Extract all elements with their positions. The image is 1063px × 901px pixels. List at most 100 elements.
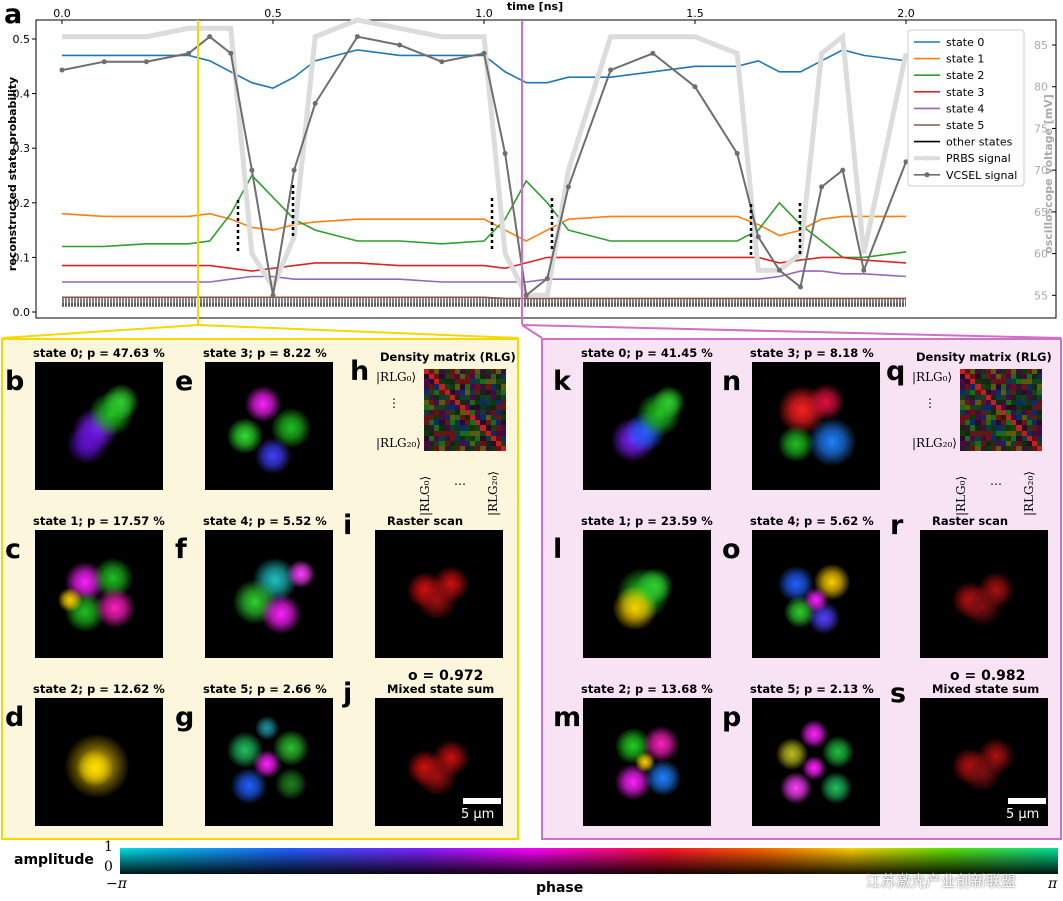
vcsel-marker [354, 34, 360, 40]
panel-letter-j: j [343, 678, 353, 709]
panel-letter-e: e [175, 366, 194, 397]
amplitude-min: 0 [104, 859, 113, 875]
raster-title: Raster scan [932, 514, 1009, 528]
intensity-lobe [255, 716, 279, 740]
intensity-lobe [95, 588, 135, 628]
vcsel-marker [608, 67, 614, 73]
right-axis-label: oscilloscope voltage [mV] [1042, 94, 1055, 254]
panel-letter-n: n [722, 366, 742, 397]
vcsel-marker [312, 100, 318, 106]
intensity-lobe [58, 588, 82, 612]
scale-bar-label: 5 μm [1006, 807, 1040, 822]
intensity-lobe [261, 594, 301, 634]
intensity-lobe [653, 386, 685, 418]
right-tick-label: 55 [1034, 289, 1048, 302]
top-tick-label: 1.5 [686, 7, 704, 20]
vcsel-marker [270, 292, 276, 298]
intensity-lobe [227, 732, 263, 768]
mixed-image: 5 μm [375, 698, 503, 826]
panel-a: a time [ns] 0.0 0.5 1.0 1.5 2.0 0.0 0.1 0.2 0.3 0.… [0, 0, 1063, 330]
raster-image [375, 530, 503, 658]
intensity-lobe [231, 768, 267, 804]
amplitude-max: 1 [104, 839, 113, 855]
mixed-image: 5 μm [920, 698, 1048, 826]
vcsel-marker [523, 292, 529, 298]
amplitude-label: amplitude [14, 852, 94, 868]
mode-image-l [583, 530, 711, 658]
mode-title: state 4; p = 5.62 % [750, 514, 874, 528]
intensity-lobe [780, 772, 812, 804]
vcsel-marker [734, 150, 740, 156]
bra-label: |RLG₂₀⟩ [486, 471, 500, 516]
mode-title: state 2; p = 12.62 % [33, 682, 165, 696]
vcsel-marker [207, 34, 213, 40]
panel-letter-d: d [5, 702, 25, 733]
state-probability-chart: time [ns]0.0 0.5 1.0 1.5 2.00.00.10.20.30.40… [6, 0, 1057, 324]
mode-title: state 4; p = 5.52 % [203, 514, 327, 528]
mode-image-d [35, 698, 163, 826]
vcsel-marker [186, 50, 192, 56]
intensity-lobe [822, 736, 854, 768]
vcsel-marker [143, 59, 149, 65]
intensity-lobe [255, 438, 291, 474]
vcsel-marker [502, 150, 508, 156]
intensity-lobe [637, 568, 673, 604]
panel-letter-h: h [350, 356, 370, 387]
panel-letter-p: p [722, 702, 742, 733]
raster-image [920, 530, 1048, 658]
intensity-lobe [77, 750, 113, 786]
vcsel-marker [798, 284, 803, 290]
vcsel-marker [861, 267, 867, 273]
density-matrix-title: Density matrix (RLG) [380, 350, 516, 364]
vcsel-marker [439, 59, 445, 65]
intensity-lobe [417, 580, 457, 620]
mode-image-e [205, 362, 333, 490]
scale-bar [463, 798, 501, 804]
bra-label: |RLG₀⟩ [954, 475, 968, 516]
bra-label: |RLG₀⟩ [418, 475, 432, 516]
vcsel-marker [59, 67, 65, 73]
legend-marker [924, 155, 930, 161]
bra-label: |RLG₂₀⟩ [1022, 471, 1036, 516]
vcsel-marker [397, 42, 403, 48]
mode-image-p [752, 698, 880, 826]
legend-label: state 4 [946, 102, 984, 115]
intensity-lobe [962, 586, 1002, 626]
mode-title: state 0; p = 47.63 % [33, 346, 165, 360]
intensity-lobe [287, 560, 315, 588]
vcsel-marker [650, 50, 656, 56]
top-tick-label: 2.0 [897, 7, 915, 20]
left-tick-label: 0.0 [13, 306, 31, 319]
right-tick-label: 85 [1034, 39, 1048, 52]
mode-title: state 3; p = 8.18 % [750, 346, 874, 360]
bra-label: … [454, 474, 466, 488]
legend-label: state 5 [946, 119, 984, 132]
mode-image-f [205, 530, 333, 658]
intensity-lobe [962, 752, 1002, 792]
intensity-lobe [635, 752, 655, 772]
mixed-title: Mixed state sum [932, 682, 1040, 696]
vcsel-marker [692, 84, 698, 90]
top-tick-label: 1.0 [475, 7, 493, 20]
intensity-lobe [808, 384, 844, 420]
panel-letter-g: g [175, 702, 195, 733]
bra-label: … [990, 474, 1002, 488]
vcsel-marker [249, 167, 255, 173]
panel-letter-i: i [343, 510, 353, 541]
vcsel-marker [565, 184, 571, 190]
legend-label: state 2 [946, 69, 984, 82]
left-tick-label: 0.5 [13, 33, 31, 46]
density-matrix-title: Density matrix (RLG) [916, 350, 1052, 364]
ket-label: |RLG₀⟩ [376, 370, 417, 384]
ket-label: ⋮ [388, 396, 400, 410]
vcsel-marker [755, 234, 761, 240]
mode-image-m [583, 698, 711, 826]
mixed-title: Mixed state sum [387, 682, 495, 696]
panel-letter-m: m [553, 702, 582, 733]
density-matrix-image [960, 369, 1042, 451]
legend-marker [924, 172, 930, 178]
left-axis-label: reconstructed state probability [6, 77, 19, 271]
top-tick-label: 0.0 [53, 7, 71, 20]
scale-bar-label: 5 μm [461, 807, 495, 822]
mode-image-b [35, 362, 163, 490]
